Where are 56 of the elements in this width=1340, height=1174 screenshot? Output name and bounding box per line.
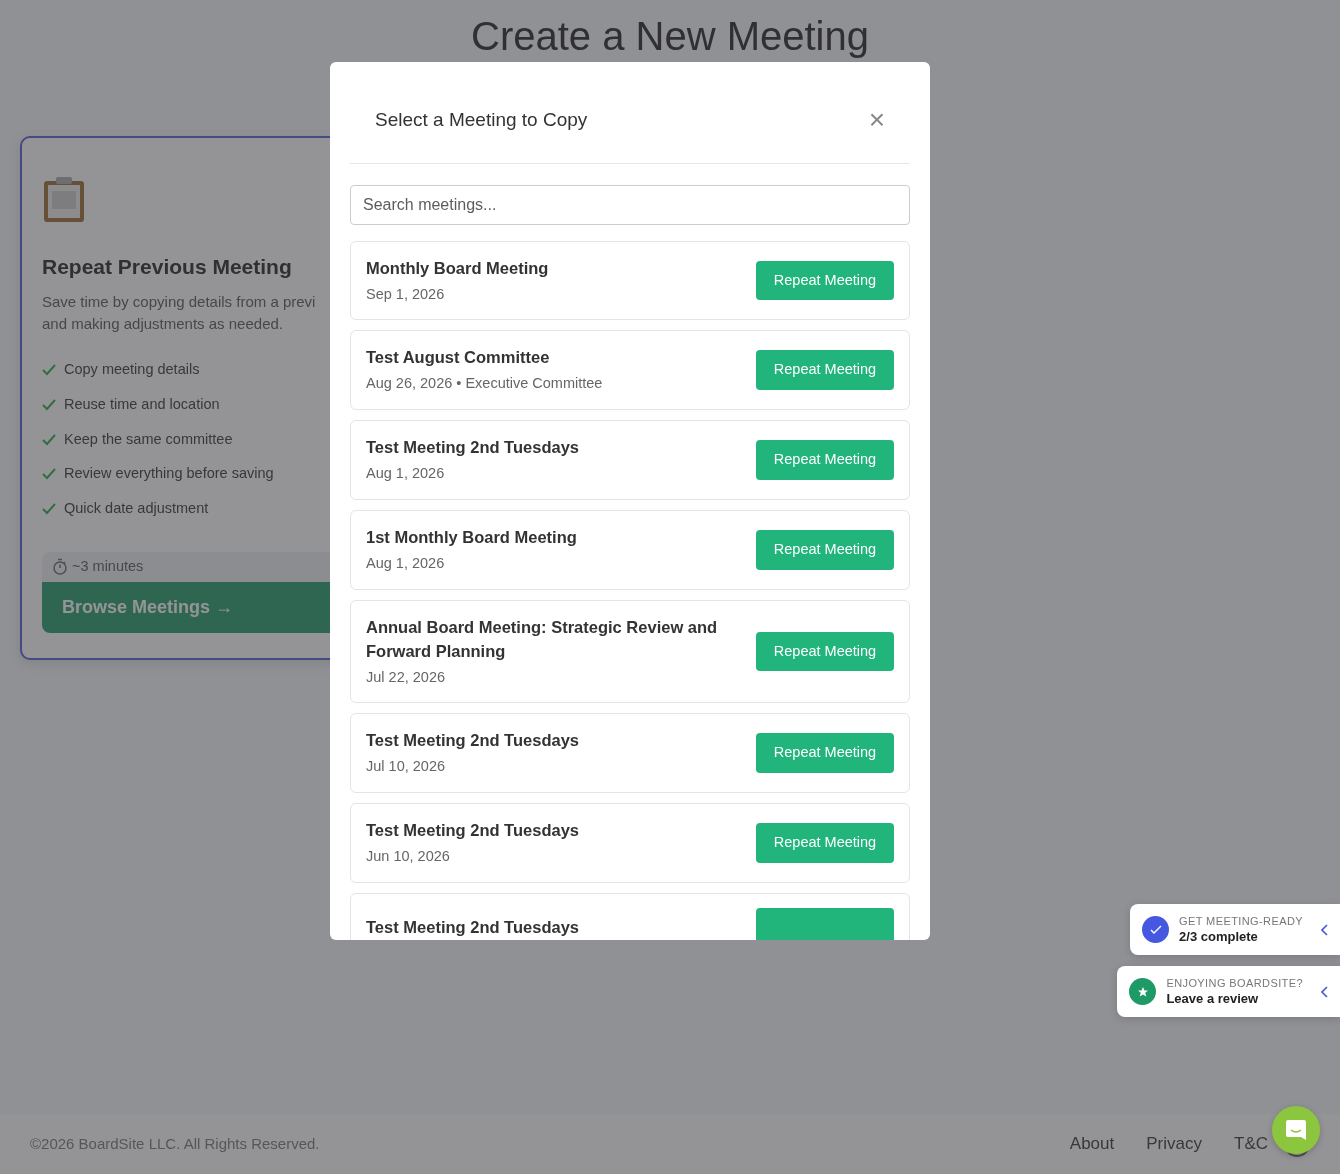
chat-bubble-icon xyxy=(1284,1118,1308,1142)
reminder-widget[interactable]: GET MEETING-READY 2/3 complete xyxy=(1130,904,1340,955)
meeting-date: Jul 22, 2026 xyxy=(366,667,446,687)
copyright-text: ©2026 BoardSite LLC. All Rights Reserved. xyxy=(30,1133,321,1154)
widget-label: GET MEETING-READY xyxy=(1179,914,1303,928)
meeting-name: Test Meeting 2nd Tuesdays xyxy=(366,437,580,458)
description-text: Save time by copying details from a previ xyxy=(42,292,316,313)
card-title: Repeat Previous Meeting xyxy=(42,254,292,280)
chat-button[interactable] xyxy=(1272,1106,1320,1154)
chevron-left-icon xyxy=(1321,923,1328,936)
repeat-meeting-button[interactable]: Repeat Meeting xyxy=(756,631,894,672)
meeting-name: Test Meeting 2nd Tuesdays xyxy=(366,916,580,938)
widget-text: Leave a review xyxy=(1166,990,1260,1007)
check-icon xyxy=(42,433,56,446)
repeat-meeting-button[interactable]: Repeat Meeting xyxy=(756,260,894,301)
meeting-name: Test August Committee xyxy=(366,347,551,369)
check-icon xyxy=(42,503,56,516)
feature-text: Quick date adjustment xyxy=(64,499,209,519)
meeting-date: Jul 10, 2026 xyxy=(366,757,446,777)
footer-link[interactable]: T&C xyxy=(1234,1131,1268,1157)
footer-link[interactable]: About xyxy=(1069,1131,1115,1157)
repeat-meeting-button[interactable]: Repeat Meeting xyxy=(756,350,894,390)
feature-text: Review everything before saving xyxy=(64,464,274,484)
widget-label: ENJOYING BOARDSITE? xyxy=(1166,976,1303,990)
check-icon xyxy=(42,364,56,377)
feature-text: Reuse time and location xyxy=(64,394,220,414)
clipboard-icon xyxy=(42,176,86,224)
description-text: and making adjustments as needed. xyxy=(42,314,283,335)
repeat-meeting-button[interactable]: Repeat Meeting xyxy=(756,529,894,570)
reminder-widget[interactable]: ENJOYING BOARDSITE? Leave a review xyxy=(1117,966,1340,1017)
search-field[interactable]: Search meetings... xyxy=(350,184,910,225)
meeting-date: Aug 26, 2026 • Executive Committee xyxy=(366,374,603,394)
repeat-meeting-button[interactable]: Repeat Meeting xyxy=(756,823,894,863)
meeting-date: Jun 10, 2026 xyxy=(366,847,451,866)
meeting-name: 1st Monthly Board Meeting xyxy=(366,526,577,548)
meeting-date: Aug 1, 2026 xyxy=(366,553,446,573)
meeting-name: Monthly Board Meeting xyxy=(366,257,549,279)
repeat-meeting-button[interactable]: Repeat Meeting xyxy=(756,440,894,480)
stopwatch-icon xyxy=(52,558,68,576)
check-icon xyxy=(42,468,56,481)
repeat-meeting-button[interactable]: Repeat Meeting xyxy=(756,733,894,773)
meeting-date: Sep 1, 2026 xyxy=(366,284,446,304)
repeat-meeting-button[interactable] xyxy=(756,907,894,940)
meeting-name: Test Meeting 2nd Tuesdays xyxy=(366,820,580,841)
close-button[interactable]: × xyxy=(868,106,885,135)
check-icon xyxy=(42,398,56,411)
footer-link[interactable]: Privacy xyxy=(1146,1131,1202,1157)
meeting-name: Test Meeting 2nd Tuesdays xyxy=(366,730,580,752)
page-title: Create a New Meeting xyxy=(470,13,870,60)
widget-text: 2/3 complete xyxy=(1179,928,1259,945)
modal-title: Select a Meeting to Copy xyxy=(375,108,588,132)
chevron-left-icon xyxy=(1321,985,1328,998)
duration-text: ~3 minutes xyxy=(72,556,144,576)
feature-text: Copy meeting details xyxy=(64,360,200,380)
meeting-date: Aug 1, 2026 xyxy=(366,464,446,483)
feature-text: Keep the same committee xyxy=(64,429,233,449)
